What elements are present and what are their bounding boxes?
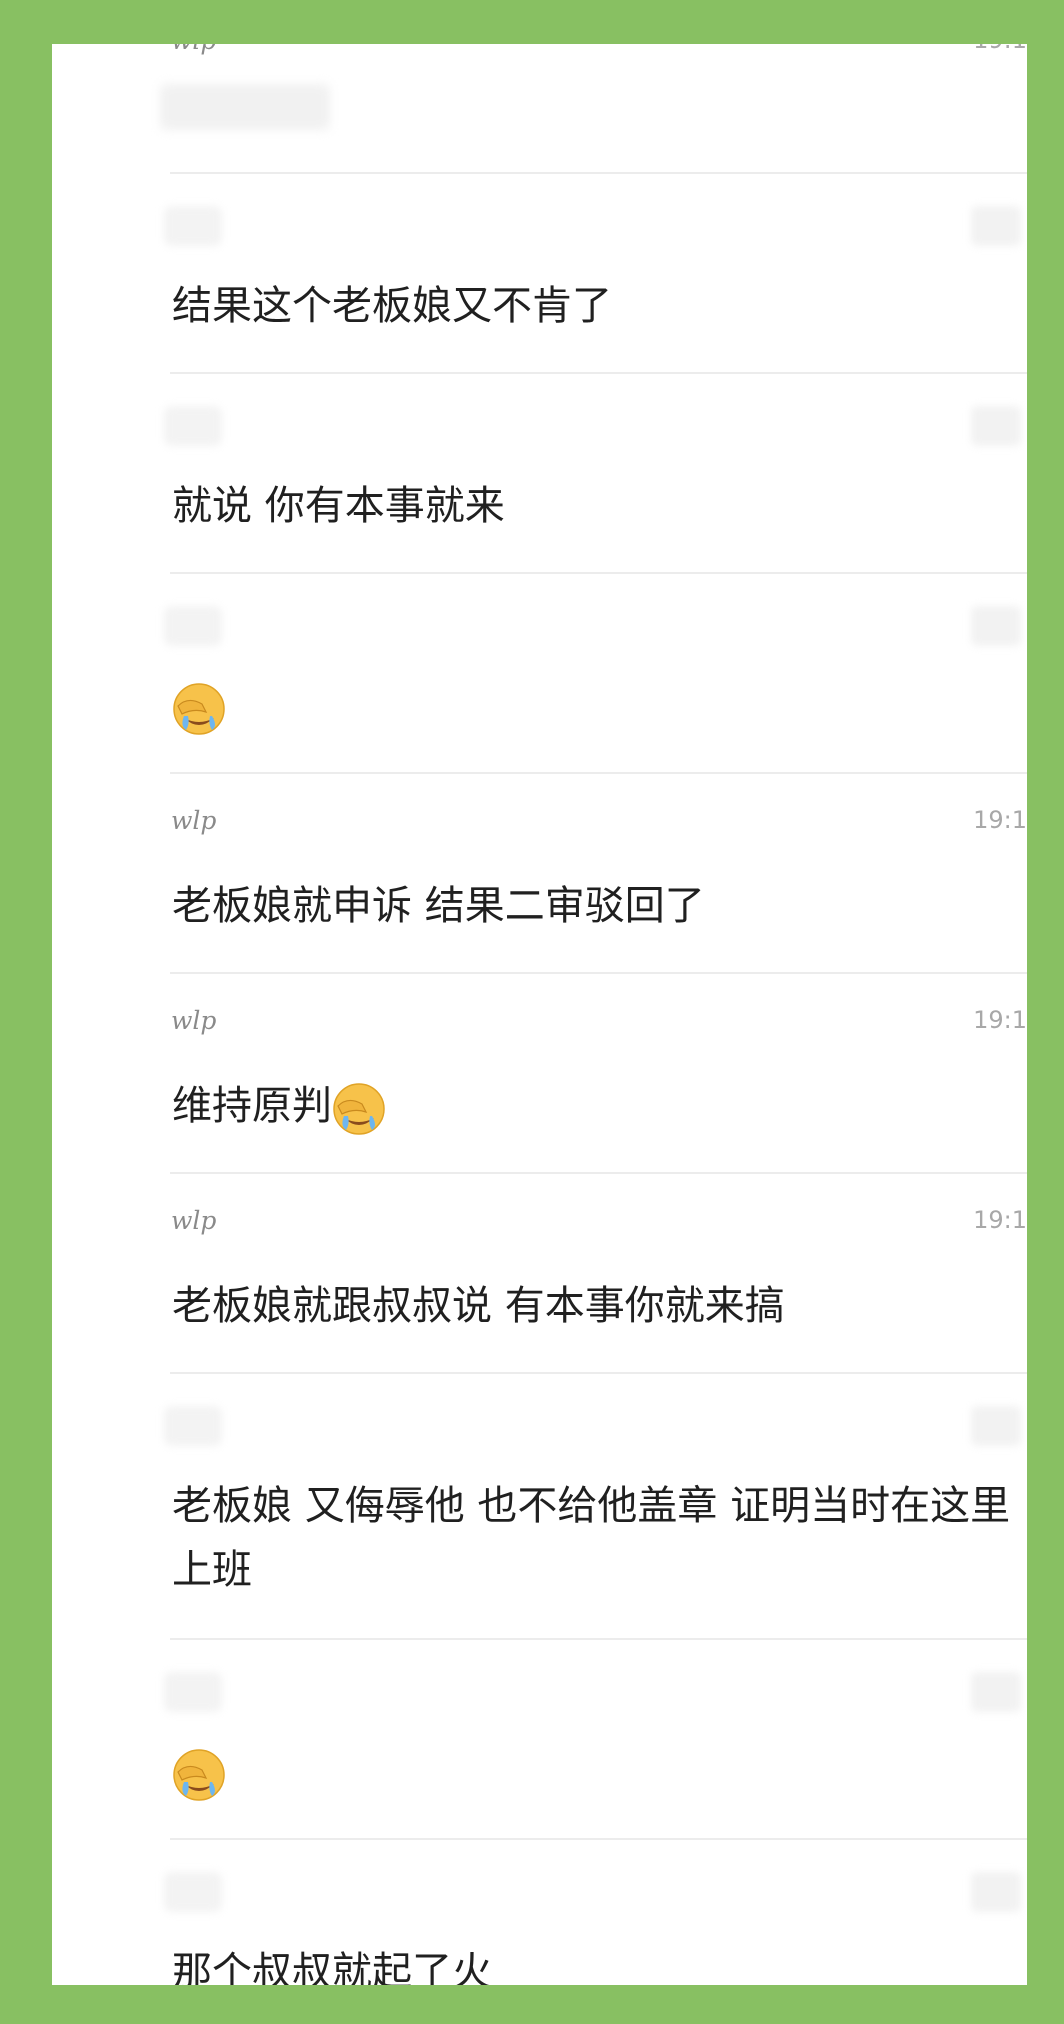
- message-time: 19:1: [973, 1006, 1027, 1034]
- redacted-time: [971, 606, 1021, 646]
- redacted-sender: [164, 606, 222, 646]
- sender-name: wlp: [171, 806, 217, 835]
- chat-message[interactable]: 结果这个老板娘又不肯了: [52, 174, 1027, 372]
- face-with-hand-over-eyes-crying-icon: [172, 1748, 226, 1802]
- message-text: 老板娘就申诉 结果二审驳回了: [172, 883, 705, 929]
- chat-message[interactable]: wlp 19:1 老板娘就跟叔叔说 有本事你就来搞: [52, 1174, 1027, 1372]
- message-text: 结果这个老板娘又不肯了: [172, 283, 612, 329]
- redacted-sender: [164, 1406, 222, 1446]
- chat-message[interactable]: 老板娘 又侮辱他 也不给他盖章 证明当时在这里上班: [52, 1374, 1027, 1638]
- redacted-time: [971, 1872, 1021, 1912]
- message-text: 老板娘 又侮辱他 也不给他盖章 证明当时在这里上班: [172, 1483, 1011, 1593]
- redacted-sender: [164, 1872, 222, 1912]
- message-text: [172, 1740, 1012, 1804]
- redacted-sender: [164, 406, 222, 446]
- chat-message[interactable]: wlp 19:1 老板娘就申诉 结果二审驳回了: [52, 774, 1027, 972]
- face-with-hand-over-eyes-crying-icon: [332, 1082, 386, 1136]
- chat-message[interactable]: 就说 你有本事就来: [52, 374, 1027, 572]
- message-text: 老板娘就跟叔叔说 有本事你就来搞: [172, 1283, 785, 1329]
- redacted-sender: [164, 1672, 222, 1712]
- message-text: 维持原判: [172, 1074, 1012, 1138]
- redacted-text: [160, 84, 330, 130]
- message-text: [172, 674, 1012, 738]
- chat-message[interactable]: wlp 19:1 维持原判: [52, 974, 1027, 1172]
- message-text: 就说 你有本事就来: [172, 483, 505, 529]
- message-time: 19:1: [973, 806, 1027, 834]
- redacted-time: [971, 1406, 1021, 1446]
- chat-message[interactable]: [52, 1640, 1027, 1838]
- redacted-time: [971, 406, 1021, 446]
- chat-message[interactable]: wlp 19:1: [52, 44, 1027, 172]
- chat-screenshot-panel: wlp 19:1 结果这个老板娘又不肯了 就说 你有本事就来 wlp 19:1 …: [52, 44, 1027, 1985]
- face-with-hand-over-eyes-crying-icon: [172, 682, 226, 736]
- chat-message[interactable]: 那个叔叔就起了火: [52, 1840, 1027, 1985]
- redacted-sender: [164, 206, 222, 246]
- message-text-content: 维持原判: [172, 1083, 332, 1129]
- sender-name: wlp: [171, 44, 216, 55]
- sender-name: wlp: [171, 1006, 217, 1035]
- sender-name: wlp: [171, 1206, 217, 1235]
- message-time: 19:1: [973, 44, 1027, 54]
- chat-message[interactable]: [52, 574, 1027, 772]
- message-time: 19:1: [973, 1206, 1027, 1234]
- redacted-time: [971, 206, 1021, 246]
- redacted-time: [971, 1672, 1021, 1712]
- message-text: 那个叔叔就起了火: [172, 1949, 492, 1985]
